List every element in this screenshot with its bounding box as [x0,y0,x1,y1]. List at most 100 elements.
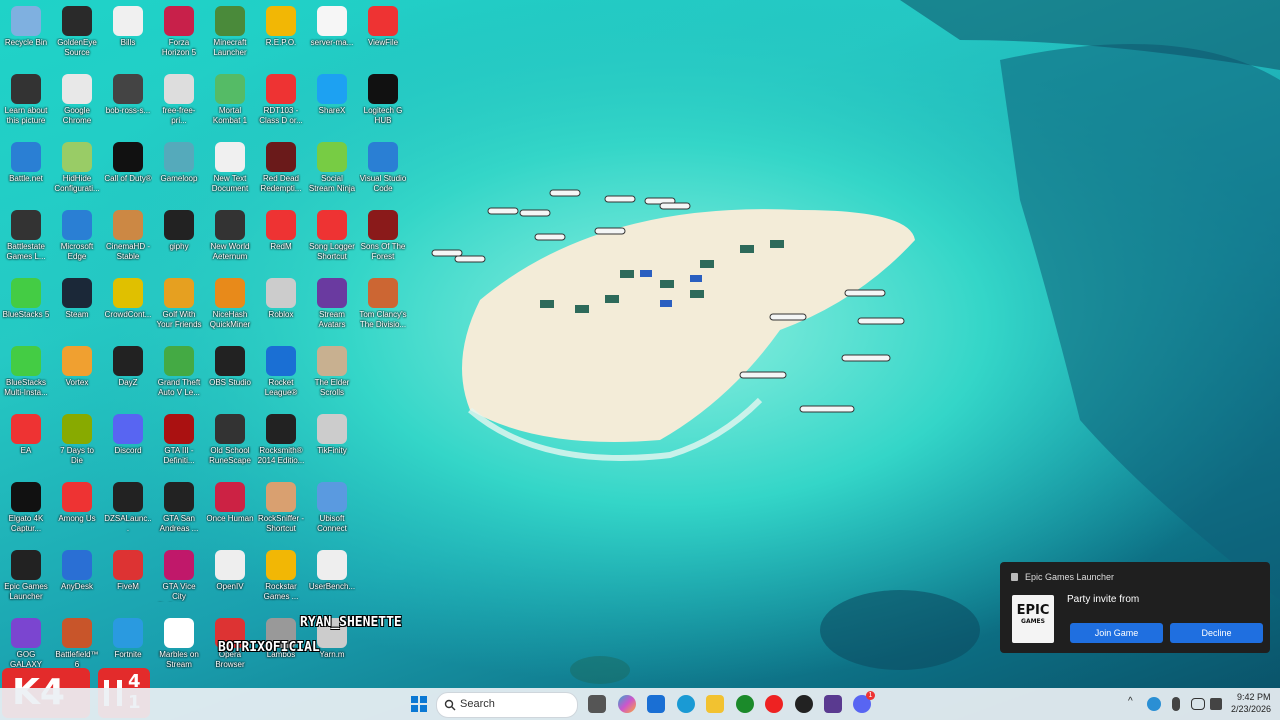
desktop-icon-server-ma[interactable]: server-ma... [308,2,356,68]
desktop-icon-userbench[interactable]: UserBench... [308,546,356,612]
desktop-icon-logitech-g-hub[interactable]: Logitech G HUB [359,70,407,136]
app-icon [266,6,296,36]
desktop-icon-bills[interactable]: Bills [104,2,152,68]
desktop-icon-goldeneye-source[interactable]: GoldenEye Source [53,2,101,68]
copilot-icon[interactable] [618,695,636,713]
task-view-icon[interactable] [588,695,606,713]
desktop-icon-google-chrome[interactable]: Google Chrome [53,70,101,136]
desktop-icon-steam[interactable]: Steam [53,274,101,340]
desktop-icon-nicehash-quickminer[interactable]: NiceHash QuickMiner [206,274,254,340]
desktop-icon-bluestacks-5[interactable]: BlueStacks 5 [2,274,50,340]
tray-mic-icon[interactable] [1172,697,1180,711]
desktop-icon-new-world-aeternum[interactable]: New World Aeternum [206,206,254,272]
taskbar-date[interactable]: 2/23/2026 [1231,704,1271,714]
stream-avatars-icon[interactable] [824,695,842,713]
desktop-icon-crowdcont[interactable]: CrowdCont... [104,274,152,340]
desktop-icon-obs-studio[interactable]: OBS Studio [206,342,254,408]
opera-icon[interactable] [765,695,783,713]
desktop-icon-grand-theft-auto-v-le[interactable]: Grand Theft Auto V Le... [155,342,203,408]
desktop-icon-social-stream-ninja[interactable]: Social Stream Ninja [308,138,356,204]
desktop-icon-elgato-4k-captur[interactable]: Elgato 4K Captur... [2,478,50,544]
desktop-icon-gta-iii-definiti[interactable]: GTA III - Definiti... [155,410,203,476]
desktop-icon-battlestate-games-l[interactable]: Battlestate Games L... [2,206,50,272]
desktop-icon-rocket-league[interactable]: Rocket League® [257,342,305,408]
tray-chevron-icon[interactable]: ^ [1128,696,1133,707]
desktop-icon-sharex[interactable]: ShareX [308,70,356,136]
desktop-icon-label: Steam [65,310,89,319]
desktop-icon-7-days-to-die[interactable]: 7 Days to Die [53,410,101,476]
desktop-icon-gta-vice-city-definitive[interactable]: GTA Vice City Definitive ... [155,546,203,612]
desktop-icon-label: GoldenEye Source [57,38,97,57]
app-icon [266,74,296,104]
desktop-icon-redm[interactable]: RedM [257,206,305,272]
desktop-icon-once-human[interactable]: Once Human [206,478,254,544]
desktop-icon-dzsalaunc[interactable]: DZSALaunc... [104,478,152,544]
desktop-icon-visual-studio-code[interactable]: Visual Studio Code [359,138,407,204]
desktop-icon-label: OBS Studio [209,378,251,387]
app-icon [317,74,347,104]
desktop-icon-roblox[interactable]: Roblox [257,274,305,340]
discord-icon[interactable]: 1 [853,691,875,713]
desktop-icon-rocksmith-2014-editio[interactable]: Rocksmith® 2014 Editio... [257,410,305,476]
desktop-icon-mortal-kombat-1[interactable]: Mortal Kombat 1 [206,70,254,136]
desktop-icon-ubisoft-connect[interactable]: Ubisoft Connect [308,478,356,544]
desktop-icon-vortex[interactable]: Vortex [53,342,101,408]
desktop-icon-stream-avatars[interactable]: Stream Avatars [308,274,356,340]
desktop-icon-the-elder-scrolls-online[interactable]: The Elder Scrolls Online [308,342,356,408]
desktop-icon-rdt103-class-d-or[interactable]: RDT103 - Class D or... [257,70,305,136]
decline-button[interactable]: Decline [1170,623,1263,643]
desktop-icon-tom-clancy-s-the-divisio[interactable]: Tom Clancy's The Divisio... [359,274,407,340]
xbox-icon[interactable] [736,695,754,713]
desktop-icon-discord[interactable]: Discord [104,410,152,476]
desktop-icon-hidhide-configurati[interactable]: HidHide Configurati... [53,138,101,204]
desktop-icon-viewfile[interactable]: ViewFile [359,2,407,68]
desktop-icon-new-text-document[interactable]: New Text Document [206,138,254,204]
desktop-icon-ea[interactable]: EA [2,410,50,476]
desktop-icon-minecraft-launcher[interactable]: Minecraft Launcher [206,2,254,68]
desktop-icon-giphy[interactable]: giphy [155,206,203,272]
desktop-icon-marbles-on-stream[interactable]: Marbles on Stream [155,614,203,680]
desktop-icon-golf-with-your-friends[interactable]: Golf With Your Friends [155,274,203,340]
edge-icon[interactable] [677,695,695,713]
desktop-icon-sons-of-the-forest[interactable]: Sons Of The Forest [359,206,407,272]
desktop-icon-rocksniffer-shortcut[interactable]: RockSniffer - Shortcut [257,478,305,544]
desktop-icon-r-e-p-o[interactable]: R.E.P.O. [257,2,305,68]
obs-icon[interactable] [795,695,813,713]
desktop-icon-cinemahd-stable[interactable]: CinemaHD - Stable [104,206,152,272]
tray-volume-icon[interactable] [1210,698,1222,710]
desktop-icon-song-logger-shortcut[interactable]: Song Logger Shortcut [308,206,356,272]
taskbar-time[interactable]: 9:42 PM [1237,692,1271,702]
desktop-icon-rockstar-games[interactable]: Rockstar Games ... [257,546,305,612]
join-game-button[interactable]: Join Game [1070,623,1163,643]
desktop-icon-gta-san-andreas[interactable]: GTA San Andreas ... [155,478,203,544]
app-icon [317,210,347,240]
taskbar-search-box[interactable]: Search [436,692,578,718]
desktop-icon-tikfinity[interactable]: TikFinity [308,410,356,476]
desktop-icon-free-free-pri[interactable]: free-free-pri... [155,70,203,136]
desktop-icon-bluestacks-multi-insta[interactable]: BlueStacks Multi-Insta... [2,342,50,408]
desktop-icon-battle-net[interactable]: Battle.net [2,138,50,204]
desktop-icon-anydesk[interactable]: AnyDesk [53,546,101,612]
desktop-icon-dayz[interactable]: DayZ [104,342,152,408]
desktop-icon-red-dead-redempti[interactable]: Red Dead Redempti... [257,138,305,204]
desktop-icon-gameloop[interactable]: Gameloop [155,138,203,204]
desktop-icon-call-of-duty[interactable]: Call of Duty® [104,138,152,204]
stream-overlay-name-1: RYAN_SHENETTE [300,615,402,630]
microsoft-store-icon[interactable] [647,695,665,713]
epic-invite-notification[interactable]: Epic Games Launcher EPIC GAMES Party inv… [1000,562,1270,653]
app-icon [113,482,143,512]
desktop-icon-bob-ross-s[interactable]: bob-ross-s... [104,70,152,136]
desktop-icon-microsoft-edge[interactable]: Microsoft Edge [53,206,101,272]
desktop-icon-openiv[interactable]: OpenIV [206,546,254,612]
desktop-icon-old-school-runescape[interactable]: Old School RuneScape [206,410,254,476]
desktop-icon-epic-games-launcher[interactable]: Epic Games Launcher [2,546,50,612]
desktop-icon-forza-horizon-5[interactable]: Forza Horizon 5 [155,2,203,68]
tray-app-1-icon[interactable] [1147,697,1161,711]
file-explorer-icon[interactable] [706,695,724,713]
desktop-icon-recycle-bin[interactable]: Recycle Bin [2,2,50,68]
desktop-icon-learn-about-this-picture[interactable]: Learn about this picture [2,70,50,136]
tray-display-icon[interactable] [1191,698,1205,710]
desktop-icon-fivem[interactable]: FiveM [104,546,152,612]
desktop-icon-among-us[interactable]: Among Us [53,478,101,544]
start-windows-icon[interactable] [411,696,427,712]
